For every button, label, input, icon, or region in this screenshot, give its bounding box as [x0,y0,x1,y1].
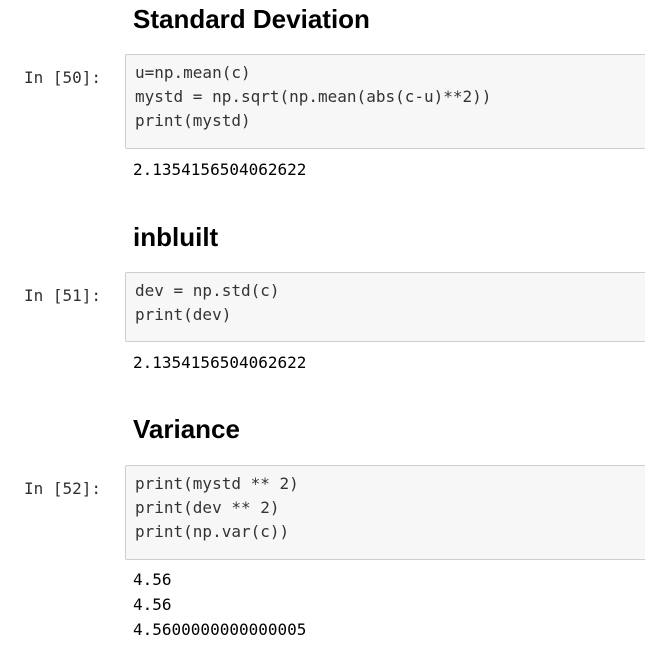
code-line: print(dev ** 2) [135,498,280,517]
code-cell-52[interactable]: print(mystd ** 2) print(dev ** 2) print(… [125,465,645,560]
code-line: print(mystd) [135,111,251,130]
section-heading-variance: Variance [133,414,240,444]
output-line: 4.56 [133,595,172,614]
code-cell-50[interactable]: u=np.mean(c) mystd = np.sqrt(np.mean(abs… [125,54,645,149]
output-line: 4.5600000000000005 [133,620,307,639]
cell-prompt-51: In [51]: [24,286,102,305]
code-line: print(mystd ** 2) [135,474,299,493]
cell-output-50: 2.1354156504062622 [133,157,306,182]
section-heading-standard-deviation: Standard Deviation [133,4,370,34]
cell-prompt-50: In [50]: [24,68,102,87]
cell-output-51: 2.1354156504062622 [133,350,306,375]
section-heading-inbuilt: inbluilt [133,222,219,252]
code-cell-51[interactable]: dev = np.std(c) print(dev) [125,272,645,342]
output-line: 4.56 [133,570,172,589]
cell-prompt-52: In [52]: [24,479,102,498]
output-line: 2.1354156504062622 [133,160,307,179]
output-line: 2.1354156504062622 [133,353,307,372]
code-line: print(dev) [135,305,232,324]
code-line: print(np.var(c)) [135,522,290,541]
code-line: dev = np.std(c) [135,281,280,300]
code-line: mystd = np.sqrt(np.mean(abs(c-u)**2)) [135,87,492,106]
code-line: u=np.mean(c) [135,63,251,82]
cell-output-52: 4.56 4.56 4.5600000000000005 [133,567,306,642]
